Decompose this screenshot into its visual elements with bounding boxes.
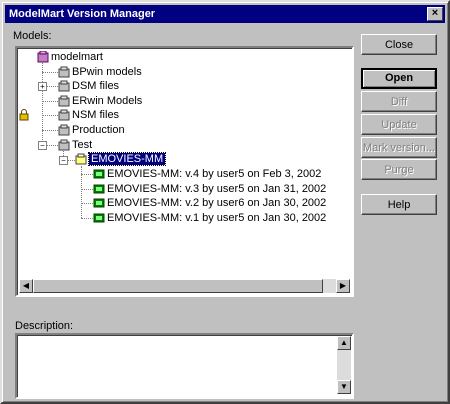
tree-line — [42, 115, 58, 116]
tree-line — [81, 203, 93, 204]
version-icon — [93, 212, 105, 224]
close-button[interactable]: Close — [361, 34, 437, 55]
window-title: ModelMart Version Manager — [9, 8, 156, 20]
tree-line — [42, 130, 58, 131]
version-icon — [93, 197, 105, 209]
tree-line — [42, 101, 58, 102]
models-label: Models: — [13, 30, 52, 42]
version-icon — [93, 168, 105, 180]
version-item[interactable]: EMOVIES-MM: v.3 by user5 on Jan 31, 2002 — [93, 182, 326, 197]
folder-icon — [58, 95, 70, 107]
vertical-scrollbar[interactable]: ▲ ▼ — [337, 336, 351, 394]
tree-line — [42, 62, 43, 146]
expand-toggle[interactable]: + — [38, 82, 47, 91]
horizontal-scrollbar[interactable]: ◀ ▶ — [19, 279, 350, 293]
database-icon — [37, 50, 49, 63]
close-window-button[interactable]: × — [427, 7, 443, 21]
model-icon — [75, 153, 87, 165]
folder-icon — [58, 66, 70, 78]
folder-icon — [58, 80, 70, 92]
tree-item-label: BPwin models — [72, 66, 142, 78]
update-button[interactable]: Update — [361, 114, 437, 135]
selected-model[interactable]: EMOVIES-MM — [75, 152, 167, 167]
scroll-thumb[interactable] — [33, 279, 323, 293]
lock-icon — [19, 109, 29, 124]
tree-item[interactable]: NSM files — [58, 108, 119, 123]
scroll-left-button[interactable]: ◀ — [19, 279, 33, 293]
version-icon — [93, 183, 105, 195]
version-item[interactable]: EMOVIES-MM: v.2 by user6 on Jan 30, 2002 — [93, 196, 326, 211]
description-field[interactable]: ▲ ▼ — [15, 333, 354, 399]
tree-item[interactable]: DSM files — [58, 79, 119, 94]
tree-root[interactable]: modelmart — [37, 50, 103, 65]
scroll-right-button[interactable]: ▶ — [336, 279, 350, 293]
tree-line — [81, 218, 93, 219]
tree-root-label: modelmart — [51, 51, 103, 63]
models-tree[interactable]: modelmart + − BPwin models DSM files ERw… — [15, 46, 354, 297]
tree-item-label: Test — [72, 139, 93, 151]
open-button[interactable]: Open — [361, 68, 437, 89]
help-button[interactable]: Help — [361, 194, 437, 215]
version-label: EMOVIES-MM: v.2 by user6 on Jan 30, 2002 — [107, 197, 327, 209]
folder-icon — [58, 139, 70, 151]
tree-item-label: ERwin Models — [72, 95, 143, 107]
collapse-toggle[interactable]: − — [38, 141, 47, 150]
tree-line — [81, 174, 93, 175]
selected-model-label: EMOVIES-MM — [87, 152, 167, 166]
collapse-toggle[interactable]: − — [59, 156, 68, 165]
version-item[interactable]: EMOVIES-MM: v.4 by user5 on Feb 3, 2002 — [93, 167, 321, 182]
tree-item[interactable]: ERwin Models — [58, 94, 142, 109]
scroll-down-button[interactable]: ▼ — [337, 380, 351, 394]
tree-item[interactable]: BPwin models — [58, 65, 142, 80]
diff-button[interactable]: Diff — [361, 91, 437, 112]
version-label: EMOVIES-MM: v.1 by user5 on Jan 30, 2002 — [107, 212, 327, 224]
folder-icon — [58, 124, 70, 136]
tree-line — [42, 72, 58, 73]
tree-line — [81, 189, 93, 190]
tree-item[interactable]: Production — [58, 123, 125, 138]
tree-item-label: NSM files — [72, 109, 120, 121]
version-label: EMOVIES-MM: v.3 by user5 on Jan 31, 2002 — [107, 183, 327, 195]
title-bar: ModelMart Version Manager × — [5, 5, 445, 23]
purge-button[interactable]: Purge — [361, 159, 437, 180]
mark-version-button[interactable]: Mark version... — [361, 137, 437, 158]
scroll-up-button[interactable]: ▲ — [337, 336, 351, 350]
tree-item-label: DSM files — [72, 80, 120, 92]
description-label: Description: — [15, 320, 74, 332]
tree-item-label: Production — [72, 124, 125, 136]
version-label: EMOVIES-MM: v.4 by user5 on Feb 3, 2002 — [107, 168, 322, 180]
version-manager-window: ModelMart Version Manager × Models: mode… — [0, 0, 450, 404]
version-item[interactable]: EMOVIES-MM: v.1 by user5 on Jan 30, 2002 — [93, 211, 326, 226]
folder-icon — [58, 109, 70, 121]
